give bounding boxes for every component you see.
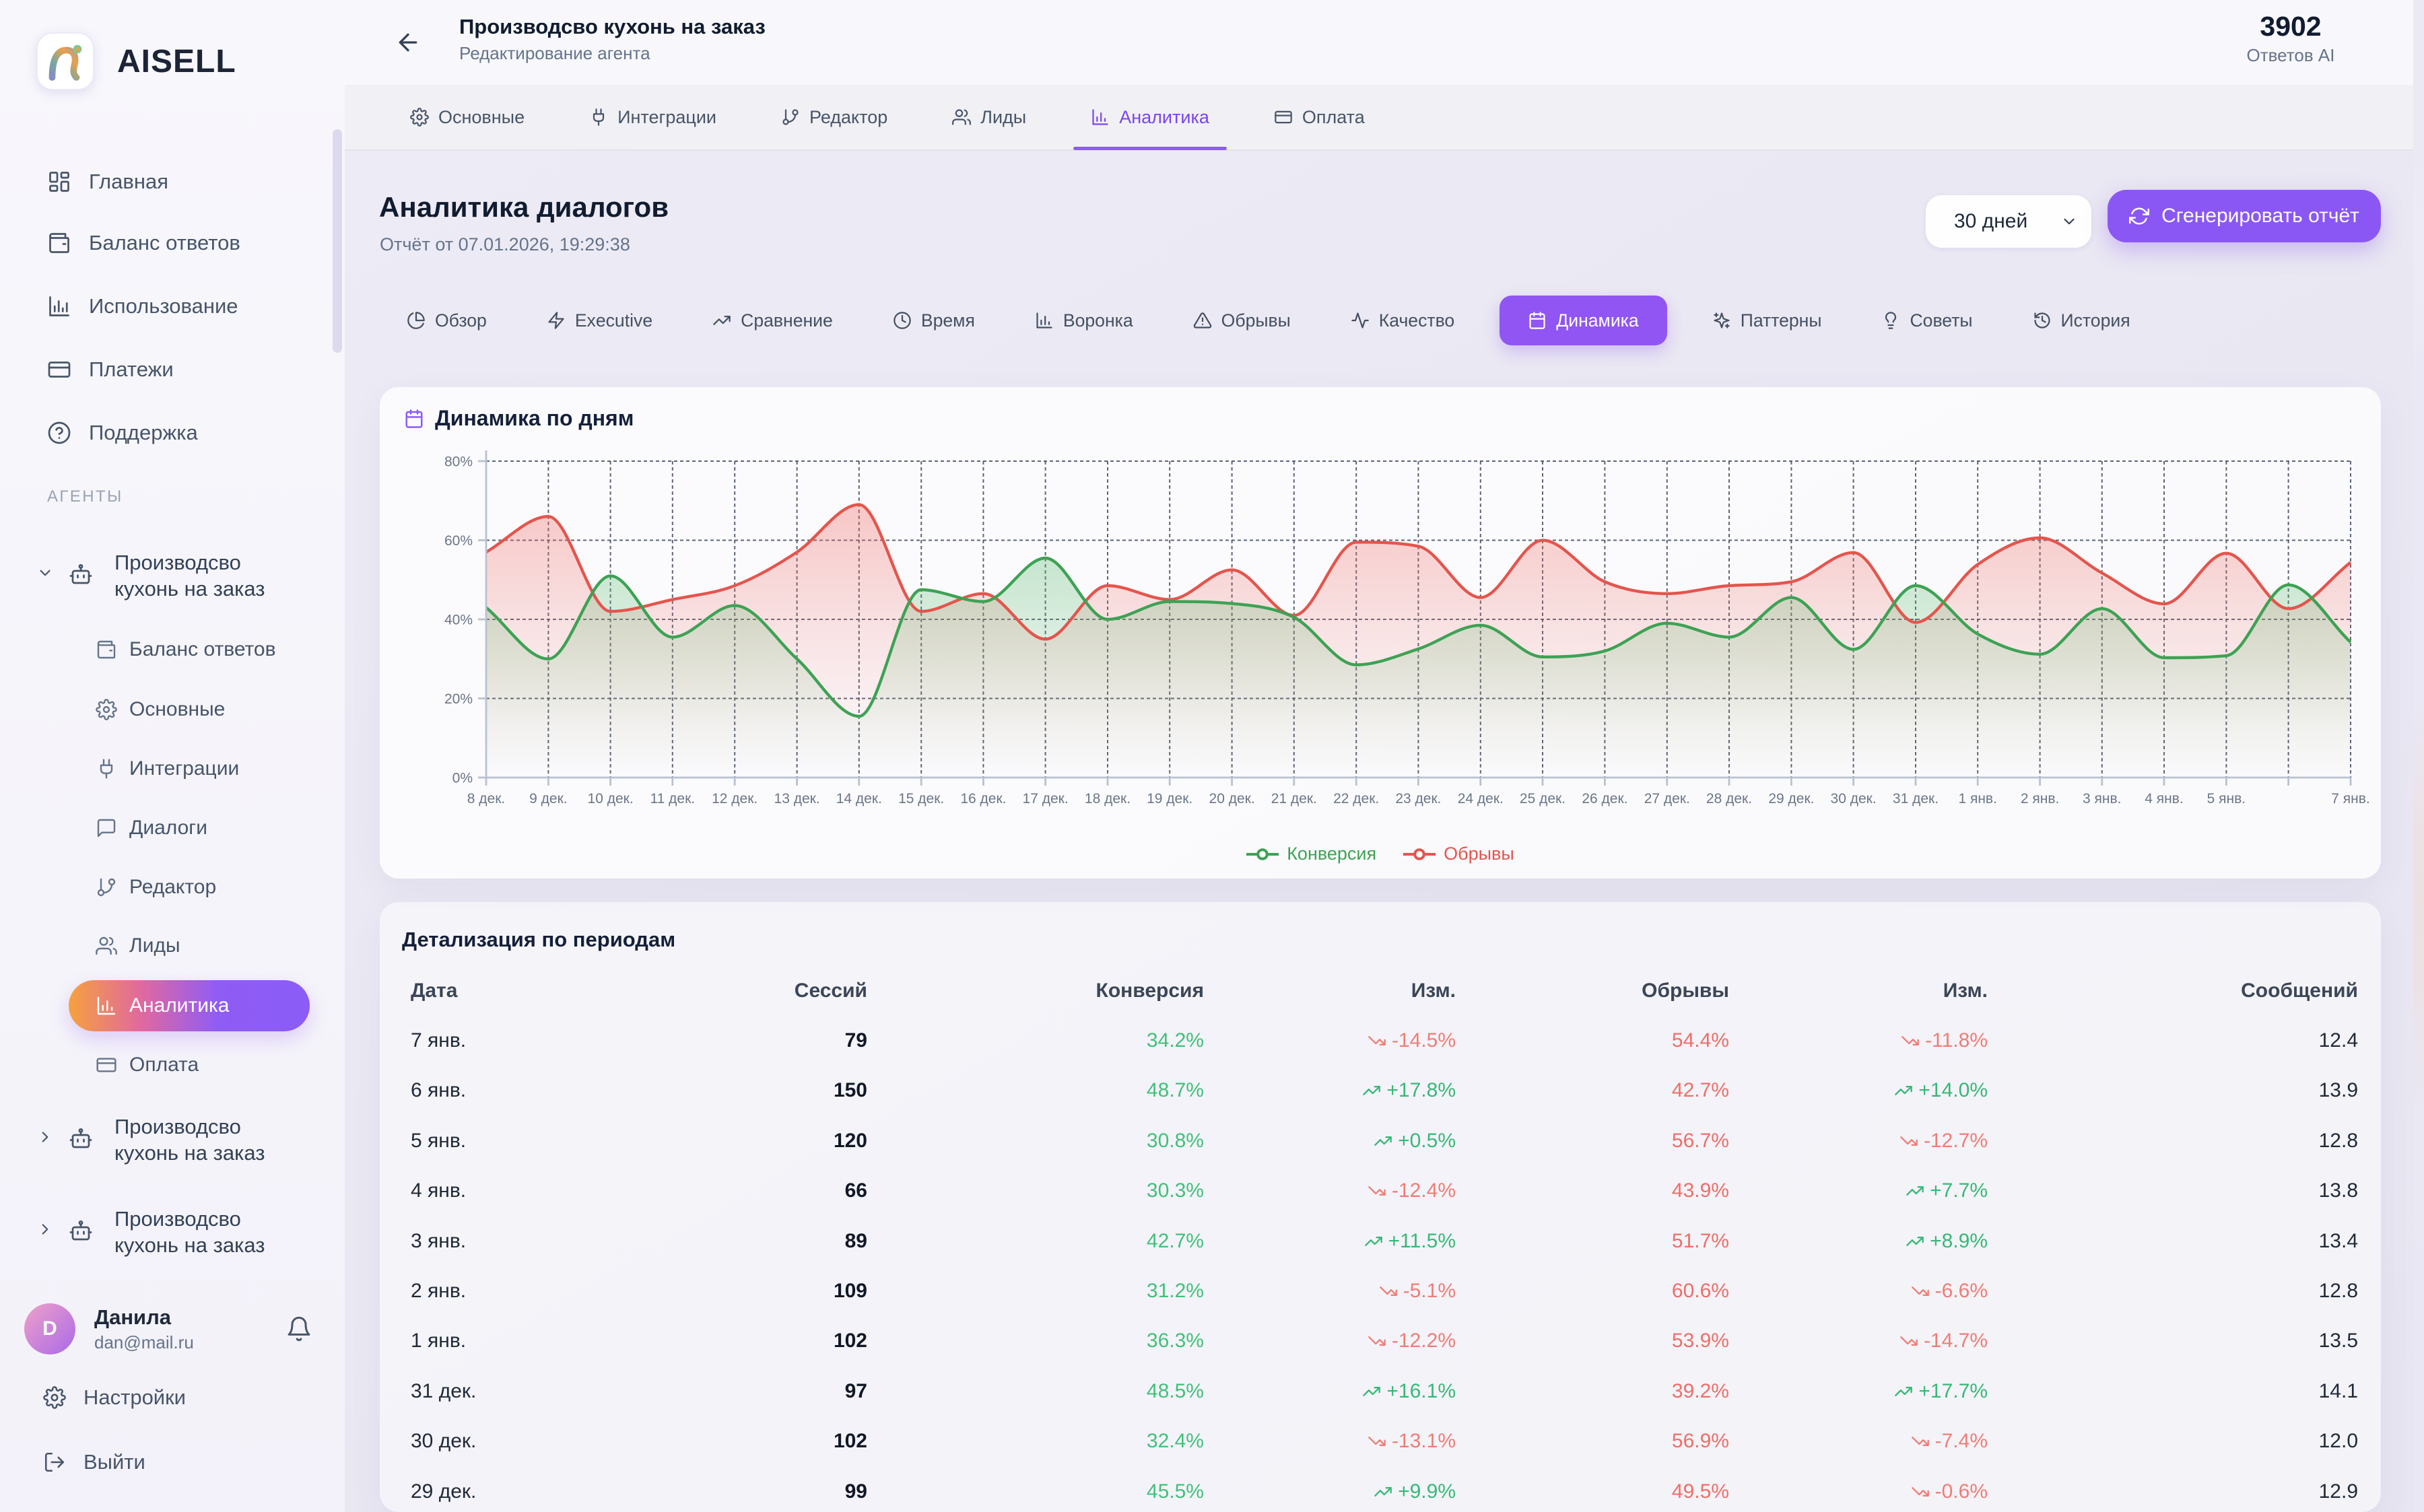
- svg-text:20 дек.: 20 дек.: [1209, 791, 1255, 806]
- svg-text:12 дек.: 12 дек.: [712, 791, 758, 806]
- svg-text:7 янв.: 7 янв.: [2331, 791, 2369, 806]
- svg-text:9 дек.: 9 дек.: [529, 791, 567, 806]
- svg-text:80%: 80%: [444, 454, 473, 470]
- svg-text:5 янв.: 5 янв.: [2207, 791, 2246, 806]
- svg-text:40%: 40%: [444, 613, 473, 628]
- svg-text:25 дек.: 25 дек.: [1520, 791, 1566, 806]
- svg-text:16 дек.: 16 дек.: [960, 791, 1006, 806]
- svg-text:30 дек.: 30 дек.: [1831, 791, 1877, 806]
- svg-text:15 дек.: 15 дек.: [898, 791, 944, 806]
- svg-text:4 янв.: 4 янв.: [2145, 791, 2183, 806]
- svg-text:27 дек.: 27 дек.: [1644, 791, 1690, 806]
- svg-text:3 янв.: 3 янв.: [2083, 791, 2121, 806]
- svg-text:28 дек.: 28 дек.: [1706, 791, 1752, 806]
- svg-text:13 дек.: 13 дек.: [774, 791, 820, 806]
- svg-text:1 янв.: 1 янв.: [1958, 791, 1996, 806]
- svg-text:24 дек.: 24 дек.: [1458, 791, 1504, 806]
- svg-text:8 дек.: 8 дек.: [467, 791, 505, 806]
- svg-text:29 дек.: 29 дек.: [1768, 791, 1814, 806]
- svg-text:17 дек.: 17 дек.: [1023, 791, 1069, 806]
- svg-text:21 дек.: 21 дек.: [1271, 791, 1317, 806]
- svg-text:26 дек.: 26 дек.: [1582, 791, 1627, 806]
- svg-text:22 дек.: 22 дек.: [1333, 791, 1379, 806]
- svg-text:60%: 60%: [444, 533, 473, 549]
- svg-text:14 дек.: 14 дек.: [836, 791, 882, 806]
- svg-text:2 янв.: 2 янв.: [2021, 791, 2059, 806]
- svg-text:0%: 0%: [452, 771, 473, 786]
- svg-text:10 дек.: 10 дек.: [588, 791, 634, 806]
- svg-text:19 дек.: 19 дек.: [1147, 791, 1192, 806]
- svg-text:18 дек.: 18 дек.: [1085, 791, 1131, 806]
- svg-text:20%: 20%: [444, 691, 473, 707]
- svg-text:11 дек.: 11 дек.: [650, 791, 696, 806]
- svg-text:23 дек.: 23 дек.: [1395, 791, 1441, 806]
- svg-text:31 дек.: 31 дек.: [1893, 791, 1939, 806]
